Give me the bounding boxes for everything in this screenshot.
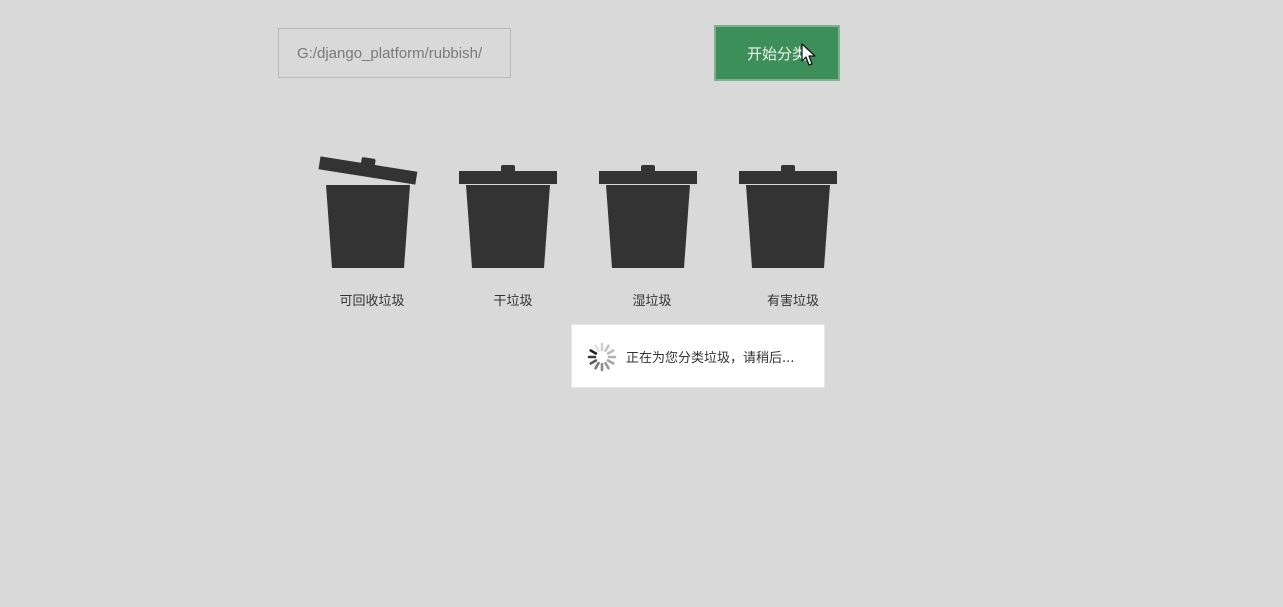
bin-label: 干垃圾 xyxy=(493,294,533,309)
loading-spinner-icon xyxy=(587,342,617,372)
start-classification-button[interactable]: 开始分类 xyxy=(714,25,840,81)
open-trash-bin-icon xyxy=(318,156,418,268)
rubbish-classification-page: 开始分类 可回收垃圾 干垃圾 xyxy=(0,0,1283,607)
trash-bin-icon xyxy=(599,165,697,268)
loading-toast: 正在为您分类垃圾，请稍后... xyxy=(571,324,825,388)
bin-label: 湿垃圾 xyxy=(632,294,672,309)
trash-bin-icon xyxy=(459,165,557,268)
bin-recyclable[interactable]: 可回收垃圾 xyxy=(318,150,422,310)
loading-message: 正在为您分类垃圾，请稍后... xyxy=(626,351,795,366)
bin-label: 可回收垃圾 xyxy=(339,294,405,309)
path-input[interactable] xyxy=(278,28,511,78)
bin-hazardous[interactable]: 有害垃圾 xyxy=(738,150,842,310)
bin-wet[interactable]: 湿垃圾 xyxy=(598,150,702,310)
trash-bin-icon xyxy=(739,165,837,268)
bin-label: 有害垃圾 xyxy=(766,294,819,309)
bin-row: 可回收垃圾 干垃圾 湿垃圾 有害垃圾 xyxy=(318,150,848,320)
bin-dry[interactable]: 干垃圾 xyxy=(458,150,562,310)
